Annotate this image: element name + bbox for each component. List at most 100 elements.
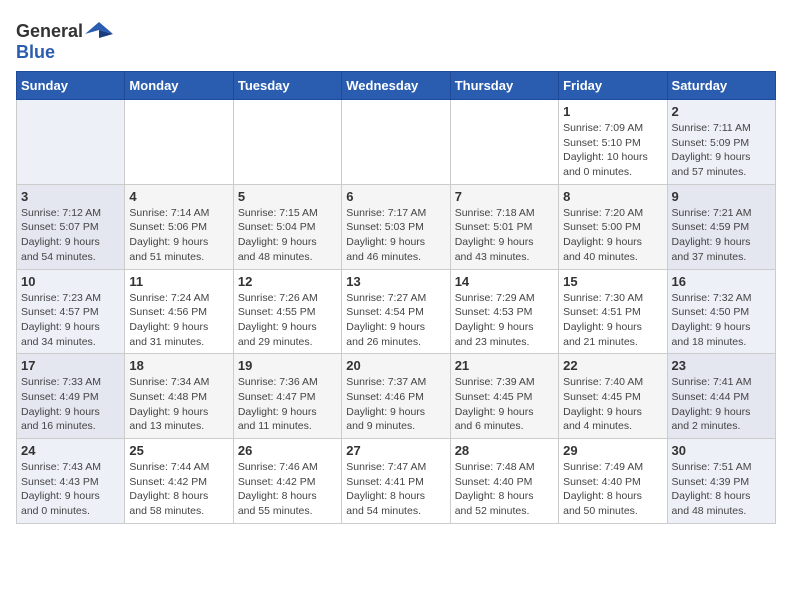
calendar-week-5: 24 Sunrise: 7:43 AMSunset: 4:43 PMDayligh… xyxy=(17,439,776,524)
day-number: 14 xyxy=(455,274,554,289)
day-number: 17 xyxy=(21,358,120,373)
calendar-cell: 27 Sunrise: 7:47 AMSunset: 4:41 PMDayligh… xyxy=(342,439,450,524)
calendar-week-1: 1 Sunrise: 7:09 AMSunset: 5:10 PMDaylight… xyxy=(17,100,776,185)
day-info: Sunrise: 7:39 AMSunset: 4:45 PMDaylight:… xyxy=(455,375,554,434)
page-header: General Blue xyxy=(16,16,776,63)
day-number: 27 xyxy=(346,443,445,458)
day-info: Sunrise: 7:30 AMSunset: 4:51 PMDaylight:… xyxy=(563,291,662,350)
day-info: Sunrise: 7:20 AMSunset: 5:00 PMDaylight:… xyxy=(563,206,662,265)
day-number: 16 xyxy=(672,274,771,289)
calendar-week-3: 10Sunrise: 7:23 AMSunset: 4:57 PMDayligh… xyxy=(17,269,776,354)
calendar-cell: 15 Sunrise: 7:30 AMSunset: 4:51 PMDayligh… xyxy=(559,269,667,354)
calendar-cell: 10Sunrise: 7:23 AMSunset: 4:57 PMDayligh… xyxy=(17,269,125,354)
calendar-cell xyxy=(233,100,341,185)
day-info: Sunrise: 7:51 AMSunset: 4:39 PMDaylight:… xyxy=(672,460,771,519)
weekday-header-tuesday: Tuesday xyxy=(233,72,341,100)
logo-blue-text: Blue xyxy=(16,42,55,62)
day-info: Sunrise: 7:09 AMSunset: 5:10 PMDaylight:… xyxy=(563,121,662,180)
calendar-cell: 23 Sunrise: 7:41 AMSunset: 4:44 PMDayligh… xyxy=(667,354,775,439)
day-number: 5 xyxy=(238,189,337,204)
calendar-cell xyxy=(450,100,558,185)
weekday-header-thursday: Thursday xyxy=(450,72,558,100)
calendar-table: SundayMondayTuesdayWednesdayThursdayFrid… xyxy=(16,71,776,524)
calendar-cell: 28Sunrise: 7:48 AMSunset: 4:40 PMDayligh… xyxy=(450,439,558,524)
day-info: Sunrise: 7:14 AMSunset: 5:06 PMDaylight:… xyxy=(129,206,228,265)
calendar-cell: 19Sunrise: 7:36 AMSunset: 4:47 PMDayligh… xyxy=(233,354,341,439)
calendar-cell: 4 Sunrise: 7:14 AMSunset: 5:06 PMDaylight… xyxy=(125,184,233,269)
day-info: Sunrise: 7:47 AMSunset: 4:41 PMDaylight:… xyxy=(346,460,445,519)
day-info: Sunrise: 7:40 AMSunset: 4:45 PMDaylight:… xyxy=(563,375,662,434)
day-info: Sunrise: 7:36 AMSunset: 4:47 PMDaylight:… xyxy=(238,375,337,434)
day-number: 30 xyxy=(672,443,771,458)
day-number: 8 xyxy=(563,189,662,204)
day-number: 15 xyxy=(563,274,662,289)
day-number: 29 xyxy=(563,443,662,458)
day-info: Sunrise: 7:21 AMSunset: 4:59 PMDaylight:… xyxy=(672,206,771,265)
calendar-cell: 17 Sunrise: 7:33 AMSunset: 4:49 PMDayligh… xyxy=(17,354,125,439)
calendar-header: SundayMondayTuesdayWednesdayThursdayFrid… xyxy=(17,72,776,100)
calendar-cell: 2 Sunrise: 7:11 AMSunset: 5:09 PMDaylight… xyxy=(667,100,775,185)
day-info: Sunrise: 7:37 AMSunset: 4:46 PMDaylight:… xyxy=(346,375,445,434)
calendar-cell xyxy=(125,100,233,185)
day-number: 13 xyxy=(346,274,445,289)
weekday-header-row: SundayMondayTuesdayWednesdayThursdayFrid… xyxy=(17,72,776,100)
day-number: 1 xyxy=(563,104,662,119)
day-info: Sunrise: 7:34 AMSunset: 4:48 PMDaylight:… xyxy=(129,375,228,434)
calendar-cell: 9 Sunrise: 7:21 AMSunset: 4:59 PMDaylight… xyxy=(667,184,775,269)
day-number: 6 xyxy=(346,189,445,204)
day-info: Sunrise: 7:27 AMSunset: 4:54 PMDaylight:… xyxy=(346,291,445,350)
day-info: Sunrise: 7:18 AMSunset: 5:01 PMDaylight:… xyxy=(455,206,554,265)
calendar-cell: 18Sunrise: 7:34 AMSunset: 4:48 PMDayligh… xyxy=(125,354,233,439)
day-number: 2 xyxy=(672,104,771,119)
day-info: Sunrise: 7:15 AMSunset: 5:04 PMDaylight:… xyxy=(238,206,337,265)
day-info: Sunrise: 7:46 AMSunset: 4:42 PMDaylight:… xyxy=(238,460,337,519)
calendar-cell: 25Sunrise: 7:44 AMSunset: 4:42 PMDayligh… xyxy=(125,439,233,524)
day-number: 4 xyxy=(129,189,228,204)
day-number: 7 xyxy=(455,189,554,204)
weekday-header-friday: Friday xyxy=(559,72,667,100)
day-info: Sunrise: 7:32 AMSunset: 4:50 PMDaylight:… xyxy=(672,291,771,350)
calendar-cell: 1 Sunrise: 7:09 AMSunset: 5:10 PMDaylight… xyxy=(559,100,667,185)
day-number: 9 xyxy=(672,189,771,204)
calendar-cell: 14 Sunrise: 7:29 AMSunset: 4:53 PMDayligh… xyxy=(450,269,558,354)
logo: General Blue xyxy=(16,16,113,63)
day-info: Sunrise: 7:12 AMSunset: 5:07 PMDaylight:… xyxy=(21,206,120,265)
day-info: Sunrise: 7:26 AMSunset: 4:55 PMDaylight:… xyxy=(238,291,337,350)
day-info: Sunrise: 7:41 AMSunset: 4:44 PMDaylight:… xyxy=(672,375,771,434)
day-info: Sunrise: 7:49 AMSunset: 4:40 PMDaylight:… xyxy=(563,460,662,519)
weekday-header-sunday: Sunday xyxy=(17,72,125,100)
calendar-cell: 13 Sunrise: 7:27 AMSunset: 4:54 PMDayligh… xyxy=(342,269,450,354)
day-info: Sunrise: 7:23 AMSunset: 4:57 PMDaylight:… xyxy=(21,291,120,350)
day-info: Sunrise: 7:29 AMSunset: 4:53 PMDaylight:… xyxy=(455,291,554,350)
calendar-cell: 8 Sunrise: 7:20 AMSunset: 5:00 PMDaylight… xyxy=(559,184,667,269)
calendar-cell: 16 Sunrise: 7:32 AMSunset: 4:50 PMDayligh… xyxy=(667,269,775,354)
weekday-header-wednesday: Wednesday xyxy=(342,72,450,100)
calendar-cell xyxy=(342,100,450,185)
day-info: Sunrise: 7:17 AMSunset: 5:03 PMDaylight:… xyxy=(346,206,445,265)
day-number: 26 xyxy=(238,443,337,458)
day-number: 28 xyxy=(455,443,554,458)
calendar-cell: 26 Sunrise: 7:46 AMSunset: 4:42 PMDayligh… xyxy=(233,439,341,524)
calendar-cell: 29 Sunrise: 7:49 AMSunset: 4:40 PMDayligh… xyxy=(559,439,667,524)
logo-general-text: General xyxy=(16,21,83,42)
calendar-cell xyxy=(17,100,125,185)
calendar-cell: 21Sunrise: 7:39 AMSunset: 4:45 PMDayligh… xyxy=(450,354,558,439)
day-info: Sunrise: 7:11 AMSunset: 5:09 PMDaylight:… xyxy=(672,121,771,180)
calendar-cell: 7 Sunrise: 7:18 AMSunset: 5:01 PMDaylight… xyxy=(450,184,558,269)
day-info: Sunrise: 7:24 AMSunset: 4:56 PMDaylight:… xyxy=(129,291,228,350)
day-number: 23 xyxy=(672,358,771,373)
day-info: Sunrise: 7:44 AMSunset: 4:42 PMDaylight:… xyxy=(129,460,228,519)
day-number: 3 xyxy=(21,189,120,204)
calendar-cell: 24 Sunrise: 7:43 AMSunset: 4:43 PMDayligh… xyxy=(17,439,125,524)
calendar-cell: 30 Sunrise: 7:51 AMSunset: 4:39 PMDayligh… xyxy=(667,439,775,524)
calendar-cell: 6 Sunrise: 7:17 AMSunset: 5:03 PMDaylight… xyxy=(342,184,450,269)
day-number: 24 xyxy=(21,443,120,458)
day-number: 20 xyxy=(346,358,445,373)
calendar-week-4: 17 Sunrise: 7:33 AMSunset: 4:49 PMDayligh… xyxy=(17,354,776,439)
calendar-cell: 5 Sunrise: 7:15 AMSunset: 5:04 PMDaylight… xyxy=(233,184,341,269)
logo-bird-icon xyxy=(85,20,113,42)
day-info: Sunrise: 7:43 AMSunset: 4:43 PMDaylight:… xyxy=(21,460,120,519)
calendar-cell: 12Sunrise: 7:26 AMSunset: 4:55 PMDayligh… xyxy=(233,269,341,354)
day-number: 22 xyxy=(563,358,662,373)
day-info: Sunrise: 7:33 AMSunset: 4:49 PMDaylight:… xyxy=(21,375,120,434)
